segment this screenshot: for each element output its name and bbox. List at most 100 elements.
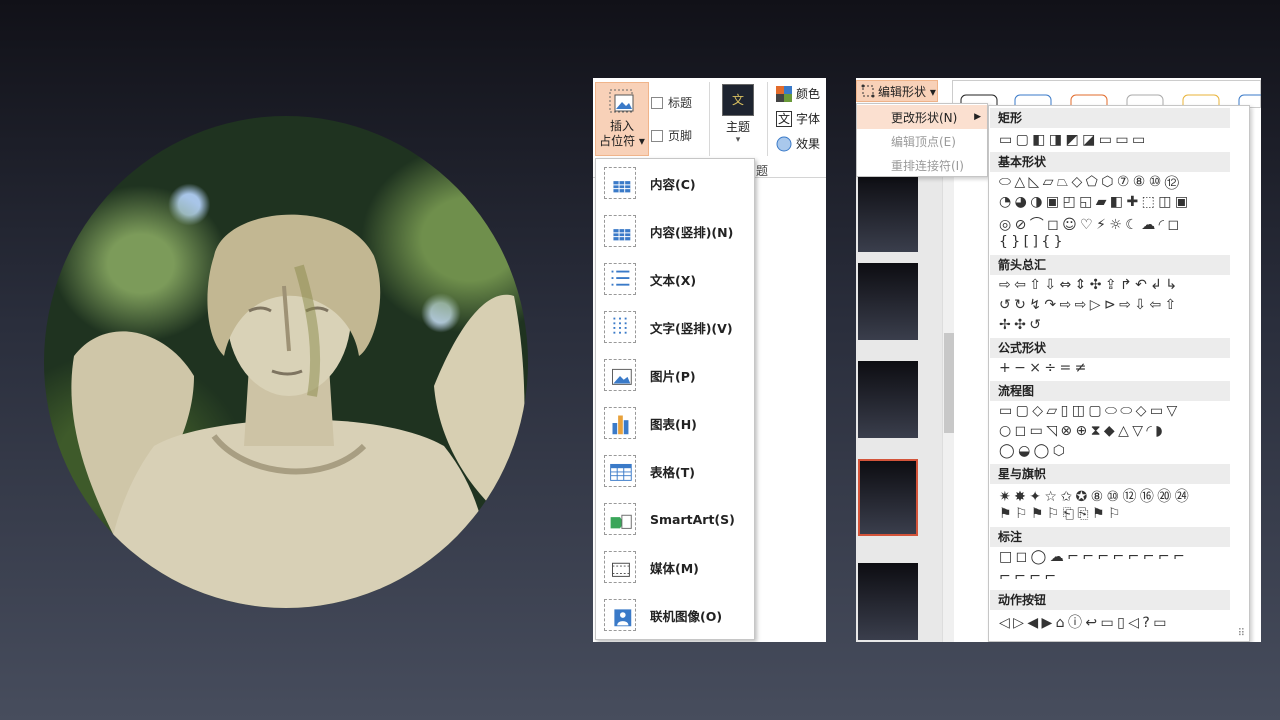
slide-thumbnail[interactable]	[858, 563, 918, 640]
rectangle-shapes-row[interactable]: ▭▢◧◨◩◪▭▭▭	[999, 132, 1149, 148]
flowchart-shapes-row[interactable]: ◯◒◯⬡	[999, 443, 1068, 459]
reroute-connectors-item: 重排连接符(I)	[857, 153, 987, 177]
footer-checkbox-label: 页脚	[668, 129, 693, 143]
star-banner-shapes-row[interactable]: ⚑⚐⚑⚐⎗⎘⚑⚐	[999, 506, 1124, 522]
menu-item-text-vertical[interactable]: 文字(竖排)(V)	[596, 303, 754, 351]
footer-checkbox[interactable]: 页脚	[651, 127, 692, 144]
menu-item-content[interactable]: 内容(C)	[596, 159, 754, 207]
gallery-group-header: 公式形状	[990, 338, 1230, 358]
slide-thumbnail[interactable]	[858, 361, 918, 438]
menu-item-label: 图表(H)	[650, 416, 697, 432]
menu-item-label: 内容(竖排)(N)	[650, 224, 734, 240]
menu-item-label: 内容(C)	[650, 176, 696, 192]
basic-shapes-row[interactable]: {}[]{}	[999, 234, 1066, 250]
menu-item-chart[interactable]: 图表(H)	[596, 399, 754, 447]
edit-points-label: 编辑顶点(E)	[891, 134, 956, 149]
media-icon	[604, 551, 636, 583]
chevron-right-icon: ▶	[974, 112, 981, 122]
chart-icon	[604, 407, 636, 439]
menu-item-media[interactable]: 媒体(M)	[596, 543, 754, 591]
basic-shapes-row[interactable]: ◔◕◑▣◰◱▰◧✚⬚◫▣	[999, 194, 1192, 210]
menu-item-table[interactable]: 表格(T)	[596, 447, 754, 495]
chevron-down-icon: ▾	[735, 135, 741, 145]
slide-thumbnail-selected[interactable]	[858, 459, 918, 536]
flowchart-shapes-row[interactable]: ▭▢◇▱▯◫▢⬭⬭◇▭▽	[999, 403, 1181, 419]
angel-statue-illustration	[71, 214, 525, 608]
ribbon-separator	[767, 82, 768, 156]
menu-item-smartart[interactable]: SmartArt(S)	[596, 495, 754, 543]
ribbon-group-label: 题	[756, 164, 769, 178]
effects-icon	[776, 136, 792, 151]
basic-shapes-row[interactable]: ⬭△◺▱⏢◇⬠⬡⑦⑧⑩⑫	[999, 174, 1182, 190]
menu-item-label: 媒体(M)	[650, 560, 699, 576]
star-banner-shapes-row[interactable]: ✷✸✦☆✩✪⑧⑩⑫⑯⑳㉔	[999, 486, 1192, 506]
text-lines-icon	[604, 263, 636, 295]
basic-shapes-row[interactable]: ◎⊘⌒◻☺♡⚡☼☾☁◜◻	[999, 214, 1183, 234]
thumbnail-scrollbar[interactable]	[942, 173, 954, 642]
gallery-group-header: 矩形	[990, 108, 1230, 128]
edit-points-item: 编辑顶点(E)	[857, 129, 987, 153]
table-icon	[604, 455, 636, 487]
edit-shape-button[interactable]: 编辑形状 ▾	[856, 80, 938, 102]
edit-shape-icon	[861, 84, 875, 98]
insert-placeholder-button[interactable]: 插入 占位符 ▾	[595, 82, 649, 156]
online-image-icon	[604, 599, 636, 631]
smartart-icon	[604, 503, 636, 535]
action-button-shapes-row[interactable]: ◁▷◀▶⌂ⓘ↩▭▯◁?▭	[999, 612, 1170, 632]
colors-button[interactable]: 颜色	[776, 85, 820, 102]
picture-icon	[604, 359, 636, 391]
arrow-shapes-row[interactable]: ↺↻↯↷⇨⇨▷⊳⇨⇩⇦⇧	[999, 297, 1180, 313]
edit-shape-label: 编辑形状 ▾	[878, 84, 936, 99]
reroute-connectors-label: 重排连接符(I)	[891, 158, 964, 173]
insert-placeholder-label-line1: 插入	[609, 119, 634, 133]
change-shape-label: 更改形状(N)	[891, 110, 958, 125]
colors-icon	[776, 85, 792, 102]
fonts-button[interactable]: 文 字体	[776, 110, 820, 127]
menu-item-label: SmartArt(S)	[650, 511, 735, 527]
arrow-shapes-row[interactable]: ✢✣↺	[999, 317, 1044, 333]
gallery-group-header: 动作按钮	[990, 590, 1230, 610]
effects-label: 效果	[796, 137, 821, 151]
change-shape-item[interactable]: 更改形状(N) ▶	[857, 105, 987, 129]
menu-item-label: 文字(竖排)(V)	[650, 320, 733, 336]
effects-button[interactable]: 效果	[776, 135, 820, 152]
fonts-label: 字体	[796, 112, 821, 126]
menu-item-label: 表格(T)	[650, 464, 695, 480]
edit-shape-submenu: 更改形状(N) ▶ 编辑顶点(E) 重排连接符(I)	[856, 103, 988, 177]
theme-label: 主题	[725, 120, 750, 134]
resize-grip-icon[interactable]: ⠿	[1238, 628, 1245, 639]
content-grid-icon	[604, 167, 636, 199]
gallery-group-header: 箭头总汇	[990, 255, 1230, 275]
scrollbar-thumb[interactable]	[944, 333, 954, 433]
text-vertical-icon	[604, 311, 636, 343]
shape-styles-strip	[952, 80, 1261, 116]
insert-placeholder-label-line2: 占位符 ▾	[599, 134, 645, 148]
flowchart-shapes-row[interactable]: ○◻▭◹⊗⊕⧗◆△▽◜◗	[999, 423, 1166, 439]
menu-item-online-image[interactable]: 联机图像(O)	[596, 591, 754, 639]
slide-thumbnail[interactable]	[858, 175, 918, 252]
gallery-group-header: 基本形状	[990, 152, 1230, 172]
theme-button[interactable]: 文 主题 ▾	[718, 84, 758, 145]
equation-shapes-row[interactable]: +−×÷=≠	[999, 360, 1090, 376]
ribbon-separator	[709, 82, 710, 156]
callout-shapes-row[interactable]: ⌐⌐⌐⌐	[999, 569, 1060, 585]
shape-gallery: 矩形 ▭▢◧◨◩◪▭▭▭ 基本形状 ⬭△◺▱⏢◇⬠⬡⑦⑧⑩⑫ ◔◕◑▣◰◱▰◧✚…	[988, 105, 1250, 642]
menu-item-label: 文本(X)	[650, 272, 697, 288]
arrow-shapes-row[interactable]: ⇨⇦⇧⇩⇔⇕✣⇪↱↶↲↳	[999, 277, 1181, 293]
callout-shapes-row[interactable]: □◻◯☁⌐⌐⌐⌐⌐⌐⌐⌐	[999, 549, 1188, 565]
placeholder-dropdown-menu: 内容(C) 内容(竖排)(N) 文本(X) 文字(竖排)(V) 图片(P) 图表…	[595, 158, 755, 640]
menu-item-label: 图片(P)	[650, 368, 696, 384]
insert-placeholder-panel: 插入 占位符 ▾ 标题 页脚 文 主题 ▾ 颜色 文 字体 效果 题 内容(C)…	[593, 78, 826, 642]
title-checkbox[interactable]: 标题	[651, 94, 692, 111]
theme-icon: 文	[722, 84, 754, 116]
menu-item-content-vertical[interactable]: 内容(竖排)(N)	[596, 207, 754, 255]
edit-shape-panel: 编辑形状 ▾ 更改形状(N) ▶ 编辑顶点(E) 重排连接符(I) 矩形 ▭▢◧…	[856, 78, 1261, 642]
slide-thumbnails-pane	[856, 173, 944, 642]
menu-item-text[interactable]: 文本(X)	[596, 255, 754, 303]
menu-item-label: 联机图像(O)	[650, 608, 723, 624]
gallery-group-header: 星与旗帜	[990, 464, 1230, 484]
checkbox-box[interactable]	[651, 129, 663, 142]
checkbox-box[interactable]	[651, 96, 663, 109]
menu-item-picture[interactable]: 图片(P)	[596, 351, 754, 399]
slide-thumbnail[interactable]	[858, 263, 918, 340]
